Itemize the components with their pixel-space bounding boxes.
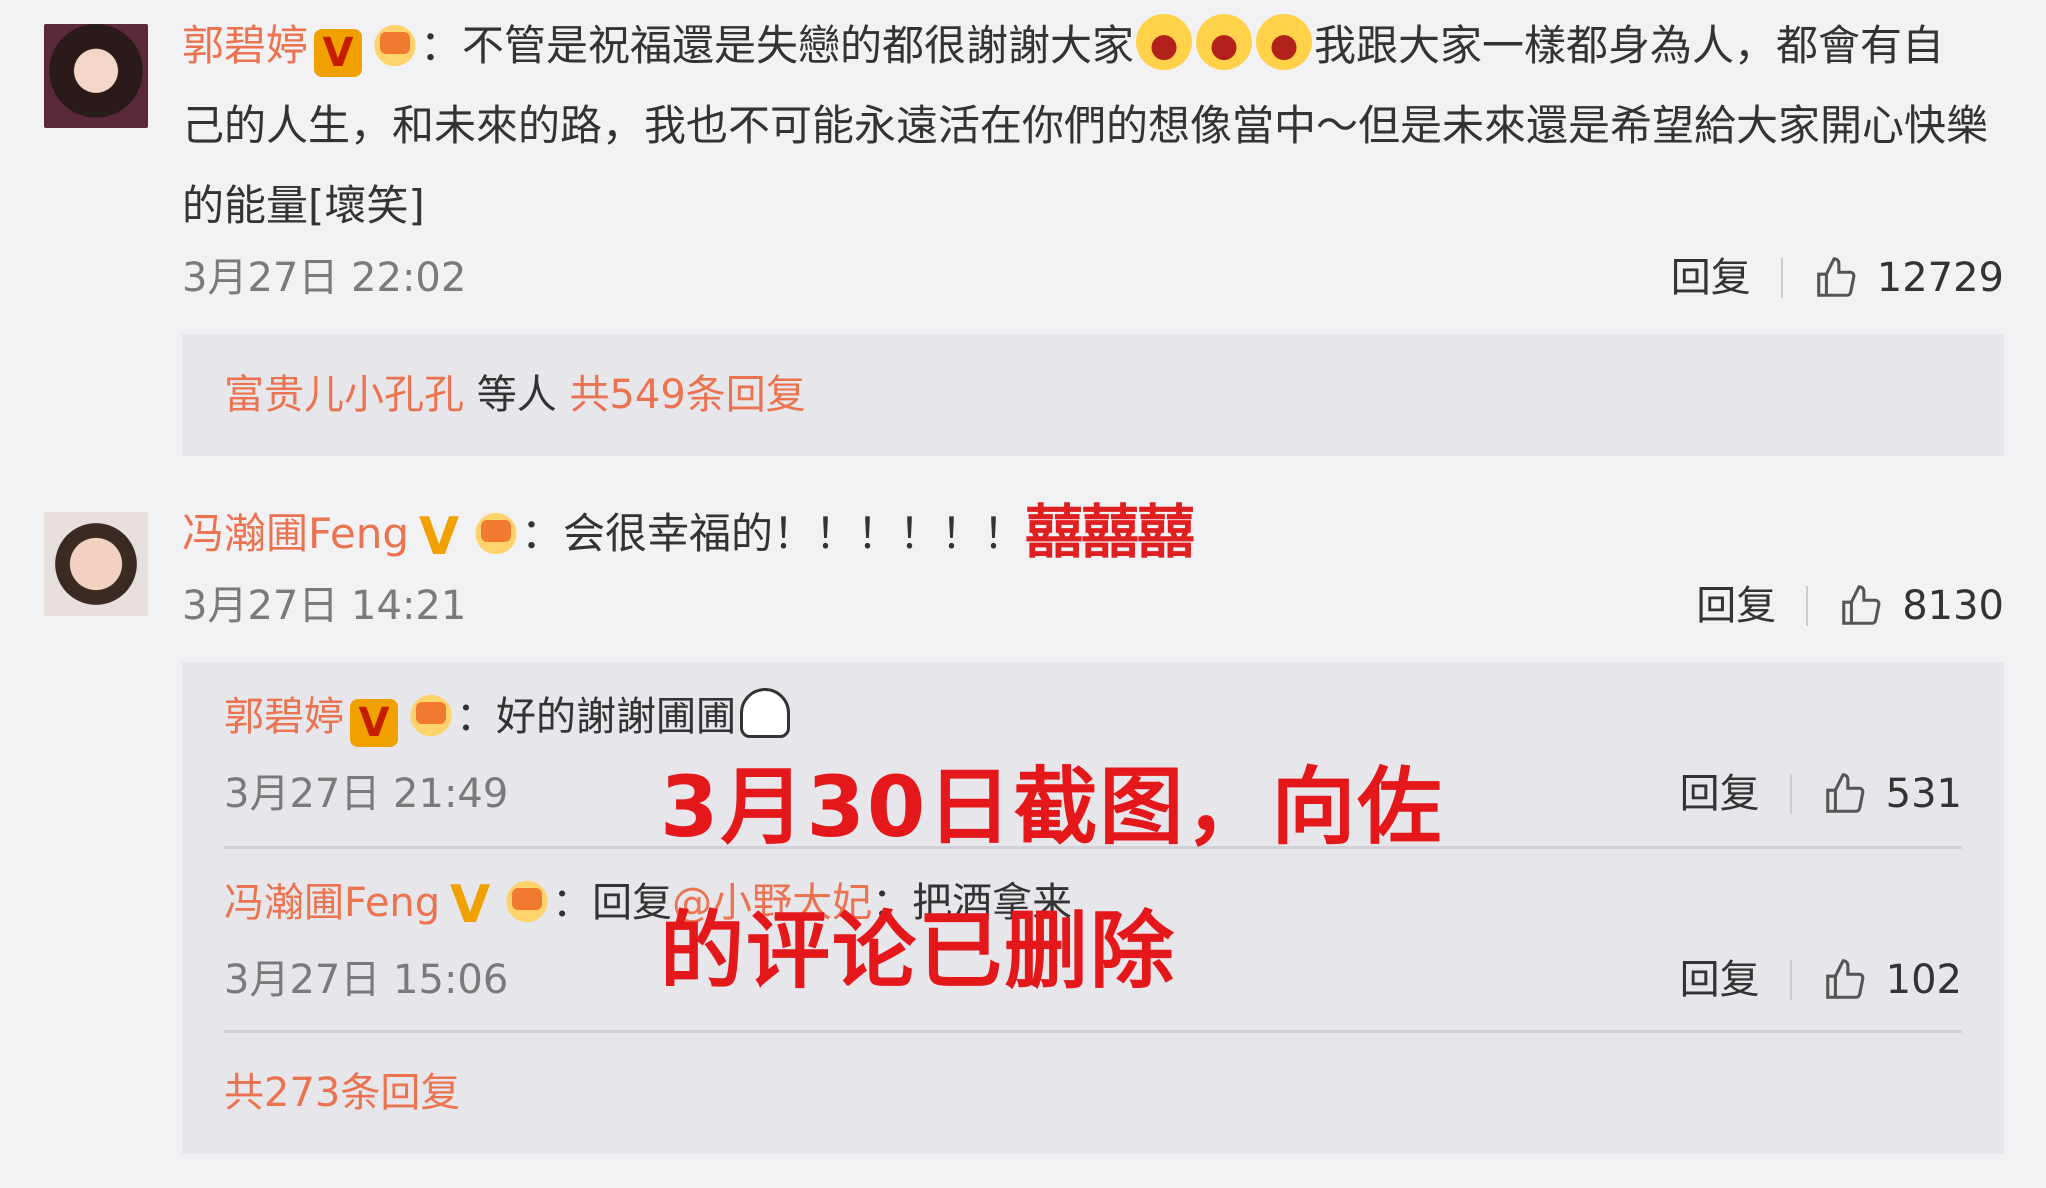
like-count: 102 xyxy=(1885,957,1962,1003)
reply-button[interactable]: 回复 xyxy=(1680,764,1760,824)
ghost-emoji-icon xyxy=(740,688,790,738)
overlay-annotation-line-2: 的评论已删除 xyxy=(660,902,1177,1000)
verified-badge-icon: V xyxy=(450,875,491,935)
vip-crown-icon xyxy=(370,18,421,68)
comment-1-line-1: 郭碧婷 V ：不管是祝福還是失戀的都很謝謝大家 我跟大家一樣都身為人，都會有自 xyxy=(182,6,2004,86)
reply-summary-box[interactable]: 富贵儿小孔孔 等人 共549条回复 xyxy=(182,334,2004,456)
like-count: 531 xyxy=(1885,771,1962,817)
timestamp: 3月27日 15:06 xyxy=(224,957,509,1003)
avatar[interactable] xyxy=(44,24,148,128)
reply-text: ：回复 xyxy=(552,880,673,926)
vip-crown-icon xyxy=(502,874,553,924)
divider xyxy=(1780,258,1783,298)
timestamp: 3月27日 22:02 xyxy=(182,255,467,301)
laugh-emoji-icon xyxy=(1256,14,1313,70)
vip-crown-icon xyxy=(406,688,456,738)
username[interactable]: 冯瀚圃Feng xyxy=(182,509,409,558)
verified-badge-icon: V xyxy=(314,29,363,77)
reply-text: ：好的謝謝圃圃 xyxy=(456,694,736,740)
verified-badge-icon: V xyxy=(350,699,398,747)
comment-meta: 3月27日 22:02 回复 12729 xyxy=(182,248,2004,308)
double-happiness-emoji: 囍囍囍 xyxy=(1025,498,1195,566)
comment-text: 的能量[壞笑] xyxy=(182,181,425,230)
reply-button[interactable]: 回复 xyxy=(1671,248,1751,308)
like-thumb-icon[interactable] xyxy=(1838,583,1884,629)
comment-2-line-1: 冯瀚圃Feng V ：会很幸福的！！！！！！囍囍囍 xyxy=(182,492,2004,574)
like-count: 12729 xyxy=(1876,255,2004,301)
vip-crown-icon xyxy=(470,506,521,556)
reply-button[interactable]: 回复 xyxy=(1696,576,1776,636)
like-thumb-icon[interactable] xyxy=(1813,255,1859,301)
username[interactable]: 冯瀚圃Feng xyxy=(224,880,440,926)
avatar[interactable] xyxy=(44,512,148,616)
verified-badge-icon: V xyxy=(418,507,460,567)
overlay-annotation-line-1: 3月30日截图，向佐 xyxy=(660,758,1444,856)
comment-text: ：会很幸福的！！！！！！ xyxy=(520,509,1025,558)
total-replies-link[interactable]: 共273条回复 xyxy=(224,1070,460,1116)
divider xyxy=(1789,960,1792,1000)
username[interactable]: 郭碧婷 xyxy=(224,694,344,740)
total-replies: 共273条回复 xyxy=(224,1058,1964,1128)
comment-text: 我跟大家一樣都身為人，都會有自 xyxy=(1314,21,1945,70)
laugh-emoji-icon xyxy=(1196,14,1253,70)
total-replies-link[interactable]: 共549条回复 xyxy=(569,372,805,418)
like-thumb-icon[interactable] xyxy=(1822,771,1868,817)
laugh-emoji-icon xyxy=(1136,14,1193,70)
username[interactable]: 郭碧婷 xyxy=(182,21,308,70)
comment-meta: 3月27日 14:21 回复 8130 xyxy=(182,576,2004,636)
comment-text: ：不管是祝福還是失戀的都很謝謝大家 xyxy=(420,21,1135,70)
like-count: 8130 xyxy=(1902,583,2004,629)
divider xyxy=(1789,774,1792,814)
reply-button[interactable]: 回复 xyxy=(1680,950,1760,1010)
divider xyxy=(1806,586,1809,626)
comment-text: 己的人生，和未來的路，我也不可能永遠活在你們的想像當中～但是未來還是希望給大家開… xyxy=(182,101,1989,150)
reply-user-link[interactable]: 富贵儿小孔孔 xyxy=(224,372,464,418)
like-thumb-icon[interactable] xyxy=(1822,957,1868,1003)
timestamp: 3月27日 21:49 xyxy=(224,771,509,817)
summary-text: 等人 xyxy=(464,372,570,418)
reply-divider xyxy=(224,1030,1962,1033)
timestamp: 3月27日 14:21 xyxy=(182,583,467,629)
